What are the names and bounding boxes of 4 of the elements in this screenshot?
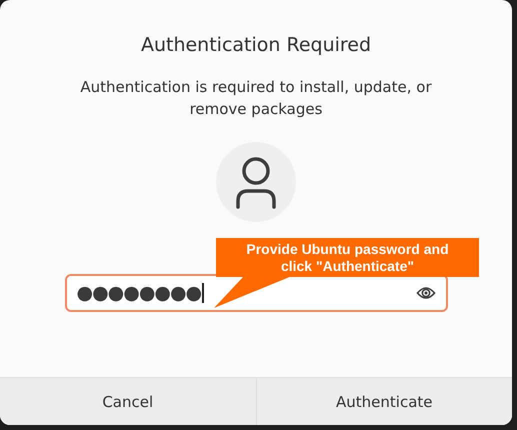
password-field[interactable]: ●●●●●●●● — [64, 274, 448, 312]
dialog-title: Authentication Required — [140, 34, 372, 56]
authenticate-button[interactable]: Authenticate — [256, 378, 512, 425]
dialog-message: Authentication is required to install, update, or remove packages — [79, 77, 433, 120]
